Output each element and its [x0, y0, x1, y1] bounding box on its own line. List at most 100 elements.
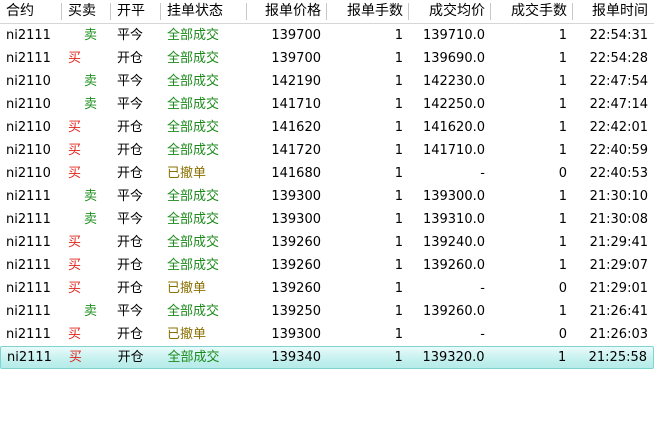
cell-order-time: 21:30:10: [589, 189, 648, 204]
column-header-open-close[interactable]: 开平: [111, 0, 161, 23]
cell-contract: ni2111: [6, 304, 51, 319]
cell-contract: ni2111: [6, 189, 51, 204]
table-row[interactable]: ni2111 买 开仓 已撤单 139300 1 - 0 21:26:03: [0, 323, 654, 346]
cell-order-price: 139250: [271, 304, 321, 319]
column-header-order-price[interactable]: 报单价格: [247, 0, 327, 23]
cell-open-close: 开仓: [117, 235, 144, 250]
cell-order-qty: 1: [394, 350, 403, 365]
cell-status: 全部成交: [167, 258, 220, 273]
column-header-status[interactable]: 挂单状态: [161, 0, 247, 23]
cell-open-close: 开仓: [117, 258, 144, 273]
cell-order-time: 21:26:03: [589, 327, 648, 342]
cell-avg-price: 142250.0: [422, 97, 485, 112]
cell-status: 已撤单: [167, 281, 207, 296]
cell-contract: ni2110: [6, 166, 51, 181]
cell-open-close: 开仓: [117, 143, 144, 158]
cell-avg-price: -: [480, 327, 485, 342]
cell-side: 买: [68, 327, 82, 342]
cell-order-qty: 1: [394, 120, 403, 135]
cell-order-time: 22:47:14: [589, 97, 648, 112]
cell-avg-price: 141620.0: [422, 120, 485, 135]
cell-side: 买: [68, 350, 82, 365]
table-row[interactable]: ni2110 买 开仓 全部成交 141620 1 141620.0 1 22:42:01: [0, 116, 654, 139]
cell-order-price: 139300: [271, 327, 321, 342]
cell-order-qty: 1: [394, 212, 403, 227]
table-row[interactable]: ni2110 卖 平今 全部成交 142190 1 142230.0 1 22:47:54: [0, 70, 654, 93]
cell-open-close: 平今: [117, 212, 144, 227]
table-row[interactable]: ni2111 卖 平今 全部成交 139300 1 139300.0 1 21:30:10: [0, 185, 654, 208]
cell-filled-qty: 1: [558, 51, 567, 66]
table-row-selected[interactable]: ni2111 买 开仓 全部成交 139340 1 139320.0 1 21:25:58: [0, 346, 654, 369]
cell-filled-qty: 1: [558, 28, 567, 43]
cell-open-close: 开仓: [117, 350, 144, 365]
cell-avg-price: 139300.0: [422, 189, 485, 204]
column-header-avg-price[interactable]: 成交均价: [409, 0, 491, 23]
cell-status: 全部成交: [167, 189, 220, 204]
cell-order-time: 22:42:01: [589, 120, 648, 135]
cell-contract: ni2110: [6, 97, 51, 112]
cell-open-close: 开仓: [117, 327, 144, 342]
cell-order-price: 141620: [271, 120, 321, 135]
cell-avg-price: 139690.0: [422, 51, 485, 66]
cell-order-price: 141720: [271, 143, 321, 158]
cell-contract: ni2111: [6, 212, 51, 227]
table-row[interactable]: ni2110 买 开仓 已撤单 141680 1 - 0 22:40:53: [0, 162, 654, 185]
cell-status: 全部成交: [167, 74, 220, 89]
cell-open-close: 平今: [117, 304, 144, 319]
order-table: 合约 买卖 开平 挂单状态 报单价格 报单手数 成交均价 成交手数 报单时间 n…: [0, 0, 654, 369]
cell-filled-qty: 1: [557, 350, 567, 365]
table-row[interactable]: ni2111 买 开仓 全部成交 139700 1 139690.0 1 22:54:28: [0, 47, 654, 70]
cell-order-qty: 1: [394, 97, 403, 112]
cell-contract: ni2110: [6, 143, 51, 158]
table-body: ni2111 卖平今 全部成交 139700 1 139710.0 1 22:54:31 ni2…: [0, 24, 654, 369]
cell-order-price: 139700: [271, 51, 321, 66]
cell-contract: ni2111: [7, 350, 52, 365]
table-row[interactable]: ni2111 买 开仓 已撤单 139260 1 - 0 21:29:01: [0, 277, 654, 300]
cell-order-time: 21:29:07: [589, 258, 648, 273]
cell-filled-qty: 1: [558, 304, 567, 319]
cell-avg-price: 139710.0: [422, 28, 485, 43]
cell-status: 全部成交: [167, 212, 220, 227]
cell-status: 全部成交: [167, 97, 220, 112]
table-row[interactable]: ni2111 买 开仓 全部成交 139260 1 139240.0 1 21:29:41: [0, 231, 654, 254]
cell-order-qty: 1: [394, 327, 403, 342]
table-row[interactable]: ni2110 卖 平今 全部成交 141710 1 142250.0 1 22:47:14: [0, 93, 654, 116]
cell-order-price: 141710: [271, 97, 321, 112]
cell-order-time: 22:47:54: [589, 74, 648, 89]
cell-open-close: 平今: [117, 74, 144, 89]
table-row[interactable]: ni2111 卖 平今 全部成交 139300 1 139310.0 1 21:30:08: [0, 208, 654, 231]
cell-avg-price: 139260.0: [422, 258, 485, 273]
cell-avg-price: 139260.0: [422, 304, 485, 319]
cell-filled-qty: 1: [558, 212, 567, 227]
cell-open-close: 开仓: [117, 166, 144, 181]
column-header-contract[interactable]: 合约: [0, 0, 62, 23]
cell-order-qty: 1: [394, 143, 403, 158]
cell-filled-qty: 1: [558, 74, 567, 89]
cell-status: 全部成交: [167, 304, 220, 319]
cell-side: 买: [68, 258, 82, 273]
table-row[interactable]: ni2111 卖 平今 全部成交 139700 1 139710.0 1 22:54:31: [0, 24, 654, 47]
cell-order-price: 139260: [271, 235, 321, 250]
cell-open-close: 开仓: [117, 120, 144, 135]
cell-order-time: 22:54:31: [589, 28, 648, 43]
column-header-filled-qty[interactable]: 成交手数: [491, 0, 573, 23]
column-header-order-time[interactable]: 报单时间: [573, 0, 654, 23]
table-row[interactable]: ni2111 卖 平今 全部成交 139250 1 139260.0 1 21:26:41: [0, 300, 654, 323]
cell-order-time: 21:29:41: [589, 235, 648, 250]
column-header-order-qty[interactable]: 报单手数: [327, 0, 409, 23]
cell-order-qty: 1: [394, 281, 403, 296]
cell-avg-price: -: [480, 166, 485, 181]
cell-avg-price: 139320.0: [422, 350, 485, 365]
cell-side: 卖: [84, 212, 98, 227]
cell-side: 买: [68, 51, 82, 66]
cell-side: 卖: [84, 97, 98, 112]
cell-avg-price: 141710.0: [422, 143, 485, 158]
cell-order-qty: 1: [394, 74, 403, 89]
cell-status: 全部成交: [167, 28, 220, 43]
table-row[interactable]: ni2111 买 开仓 全部成交 139260 1 139260.0 1 21:29:07: [0, 254, 654, 277]
cell-open-close: 平今: [117, 189, 144, 204]
column-header-side[interactable]: 买卖: [62, 0, 111, 23]
cell-contract: ni2111: [6, 51, 51, 66]
cell-side: 买: [68, 281, 82, 296]
table-row[interactable]: ni2110 买 开仓 全部成交 141720 1 141710.0 1 22:40:59: [0, 139, 654, 162]
